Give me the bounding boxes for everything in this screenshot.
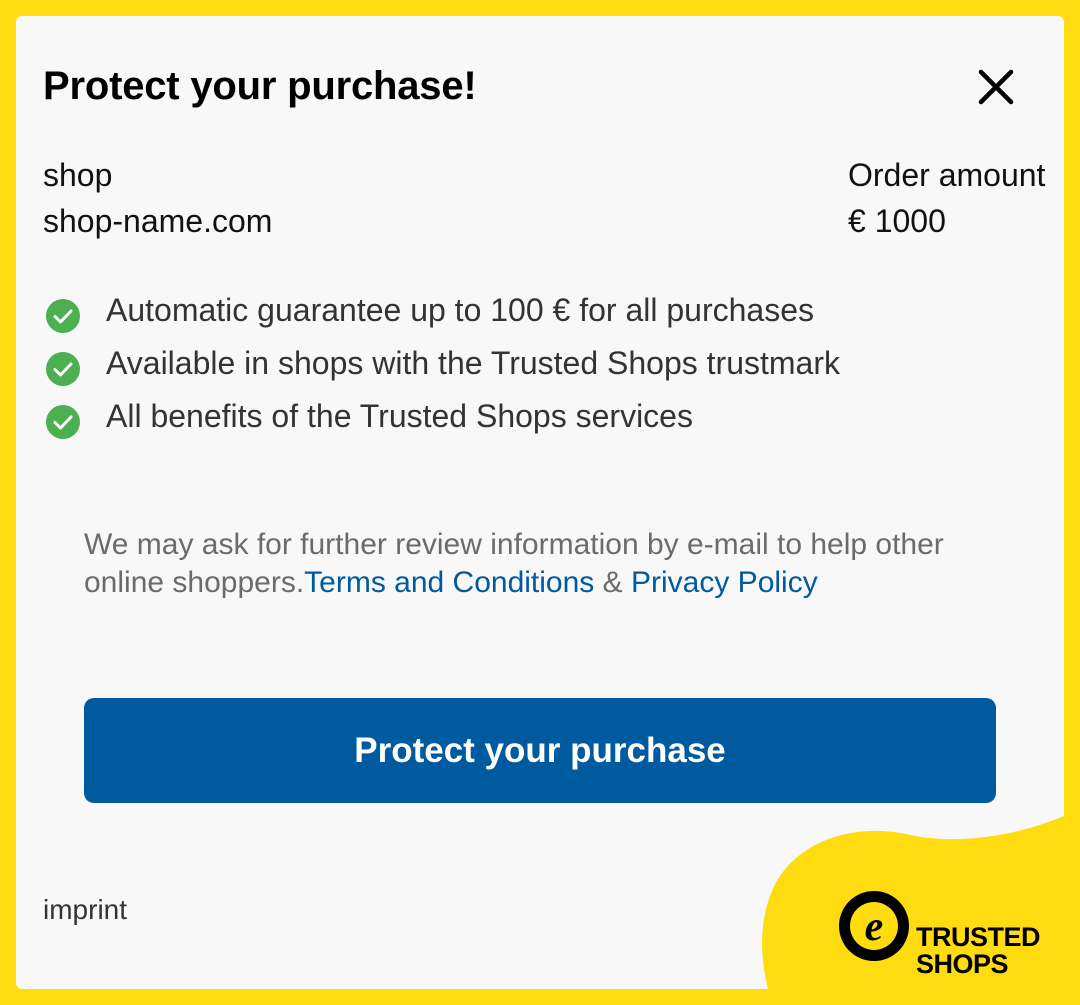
protect-purchase-dialog: Protect your purchase! shop shop-name.co…	[16, 16, 1064, 989]
privacy-link[interactable]: Privacy Policy	[631, 566, 818, 599]
shop-label: shop	[43, 157, 113, 193]
order-info: Order amount € 1000	[848, 152, 1045, 244]
close-icon[interactable]	[975, 66, 1017, 108]
shop-name: shop-name.com	[43, 203, 273, 239]
terms-link[interactable]: Terms and Conditions	[304, 566, 594, 599]
svg-text:e: e	[865, 904, 884, 950]
check-circle-icon	[46, 351, 80, 386]
review-info-note: We may ask for further review informatio…	[84, 526, 984, 602]
benefit-text: All benefits of the Trusted Shops servic…	[106, 398, 693, 434]
benefit-text: Automatic guarantee up to 100 € for all …	[106, 292, 814, 328]
trusted-shops-seal-icon: e	[839, 891, 909, 961]
link-separator: &	[594, 566, 631, 599]
trusted-shops-logo: e TRUSTED SHOPS	[836, 888, 1056, 980]
check-circle-icon	[46, 404, 80, 439]
imprint-link[interactable]: imprint	[43, 894, 127, 926]
check-circle-icon	[46, 298, 80, 333]
benefits-list: Automatic guarantee up to 100 € for all …	[46, 284, 840, 443]
benefit-item: All benefits of the Trusted Shops servic…	[46, 390, 840, 443]
logo-text-trusted: TRUSTED	[916, 922, 1041, 952]
order-amount-value: € 1000	[848, 203, 946, 239]
benefit-item: Automatic guarantee up to 100 € for all …	[46, 284, 840, 337]
modal-frame: Protect your purchase! shop shop-name.co…	[0, 0, 1080, 1005]
order-amount-label: Order amount	[848, 157, 1046, 193]
logo-text-shops: SHOPS	[916, 949, 1009, 979]
benefit-text: Available in shops with the Trusted Shop…	[106, 345, 840, 381]
dialog-title: Protect your purchase!	[43, 64, 477, 108]
benefit-item: Available in shops with the Trusted Shop…	[46, 337, 840, 390]
protect-purchase-button[interactable]: Protect your purchase	[84, 698, 996, 803]
shop-info: shop shop-name.com	[43, 152, 272, 244]
